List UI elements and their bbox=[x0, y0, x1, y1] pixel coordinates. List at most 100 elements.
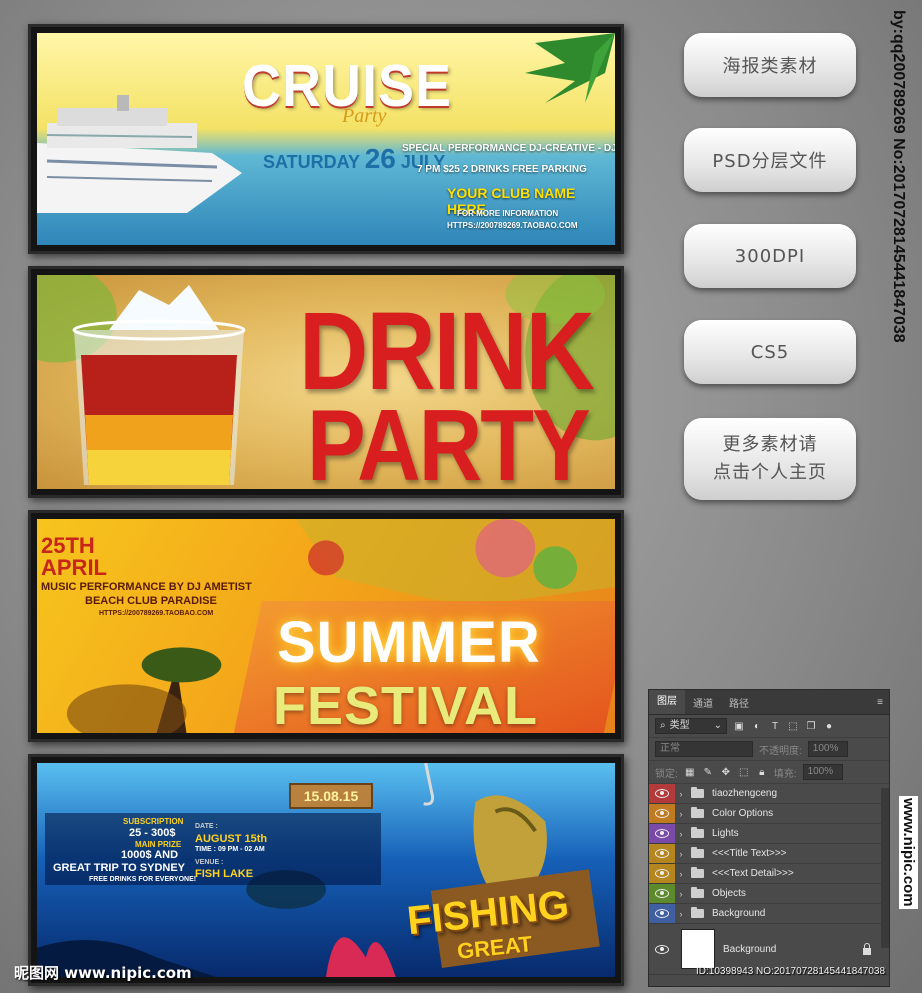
button-poster-materials[interactable]: 海报类素材 bbox=[684, 33, 856, 97]
fishing-time-value: TIME : 09 PM - 02 AM bbox=[195, 846, 265, 853]
summer-date-month: APRIL bbox=[41, 555, 107, 580]
button-cs5[interactable]: CS5 bbox=[684, 320, 856, 384]
lock-all-icon[interactable]: 🔒︎ bbox=[756, 766, 768, 778]
layers-scrollbar[interactable] bbox=[881, 788, 889, 948]
layer-row[interactable]: › <<<Title Text>>> bbox=[649, 844, 889, 864]
filter-type-select[interactable]: ⌕ 类型 ⌄ bbox=[655, 718, 727, 734]
visibility-toggle[interactable] bbox=[649, 904, 675, 923]
watermark-vertical-url: www.nipic.com bbox=[899, 796, 918, 909]
expand-arrow-icon[interactable]: › bbox=[675, 809, 687, 819]
footer-id-text: ID:10398943 NO:20170728145441847038 bbox=[696, 966, 886, 977]
lock-pixels-icon[interactable]: ✎ bbox=[702, 766, 714, 778]
visibility-toggle[interactable] bbox=[649, 784, 675, 803]
expand-arrow-icon[interactable]: › bbox=[675, 789, 687, 799]
chevron-down-icon: ⌄ bbox=[713, 720, 722, 731]
poster-drink-frame: DRINK PARTY bbox=[28, 266, 624, 498]
drink-glass-graphic bbox=[72, 285, 246, 485]
folder-icon bbox=[691, 867, 704, 878]
summer-title-line1: SUMMER bbox=[277, 610, 541, 675]
folder-icon bbox=[691, 807, 704, 818]
visibility-toggle[interactable] bbox=[649, 804, 675, 823]
fishing-info-box: SUBSCRIPTION 25 - 300$ MAIN PRIZE 1000$ … bbox=[45, 813, 381, 885]
tab-paths[interactable]: 路径 bbox=[721, 695, 757, 710]
fishing-venue-value: FISH LAKE bbox=[195, 868, 254, 880]
eye-icon bbox=[655, 849, 669, 858]
tab-channels[interactable]: 通道 bbox=[685, 695, 721, 710]
filter-row: ⌕ 类型 ⌄ ▣ ◐ T ⬚ ❐ ● bbox=[649, 715, 889, 738]
layer-row[interactable]: › Color Options bbox=[649, 804, 889, 824]
poster-drink: DRINK PARTY bbox=[37, 275, 615, 489]
summer-title-line2: FESTIVAL bbox=[273, 676, 539, 733]
expand-arrow-icon[interactable]: › bbox=[675, 829, 687, 839]
pixel-filter-icon[interactable]: ▣ bbox=[733, 720, 745, 732]
fishing-venue-label: VENUE : bbox=[195, 859, 224, 866]
summer-date-day: 25TH bbox=[41, 533, 95, 558]
lock-label: 锁定: bbox=[655, 768, 678, 780]
folder-icon bbox=[691, 887, 704, 898]
layer-row[interactable]: › tiaozhengceng bbox=[649, 784, 889, 804]
layer-name: <<<Text Detail>>> bbox=[712, 868, 794, 879]
eye-icon bbox=[655, 789, 669, 798]
visibility-toggle[interactable] bbox=[649, 824, 675, 843]
layer-row[interactable]: › Background bbox=[649, 904, 889, 924]
shape-filter-icon[interactable]: ⬚ bbox=[787, 720, 799, 732]
folder-icon bbox=[691, 847, 704, 858]
tab-layers[interactable]: 图层 bbox=[649, 690, 685, 714]
lock-artboard-icon[interactable]: ⬚ bbox=[738, 766, 750, 778]
cruise-date-prefix: SATURDAY bbox=[263, 152, 360, 172]
folder-icon bbox=[691, 787, 704, 798]
button-300dpi[interactable]: 300DPI bbox=[684, 224, 856, 288]
fishing-subscription-label: SUBSCRIPTION bbox=[123, 817, 184, 826]
button-psd-layered[interactable]: PSD分层文件 bbox=[684, 128, 856, 192]
cruise-ship-graphic bbox=[37, 95, 242, 213]
poster-fishing: 15.08.15 SUBSCRIPTION 25 - 300$ MAIN PRI… bbox=[37, 763, 615, 977]
expand-arrow-icon[interactable]: › bbox=[675, 889, 687, 899]
layer-row[interactable]: › Lights bbox=[649, 824, 889, 844]
cruise-details: 7 PM $25 2 DRINKS FREE PARKING bbox=[417, 164, 587, 175]
poster-summer: 25TH APRIL MUSIC PERFORMANCE BY DJ AMETI… bbox=[37, 519, 615, 733]
layers-panel: 图层 通道 路径 ≡ ⌕ 类型 ⌄ ▣ ◐ T ⬚ ❐ ● 正常 不透明度: 1… bbox=[648, 689, 890, 987]
eye-icon bbox=[655, 869, 669, 878]
summer-url: HTTPS://200789269.TAOBAO.COM bbox=[99, 610, 214, 617]
eye-icon bbox=[655, 829, 669, 838]
summer-performance: MUSIC PERFORMANCE BY DJ AMETIST bbox=[41, 581, 252, 593]
watermark-vertical-id: by:qq200789269 No:20170728145441847038 bbox=[890, 10, 907, 343]
fishing-date-value: AUGUST 15th bbox=[195, 833, 268, 845]
layer-name: Background bbox=[723, 943, 777, 955]
button-more-materials[interactable]: 更多素材请 点击个人主页 bbox=[684, 418, 856, 500]
lock-position-icon[interactable]: ✥ bbox=[720, 766, 732, 778]
filter-type-value: 类型 bbox=[669, 720, 690, 731]
layer-name: Objects bbox=[712, 888, 746, 899]
summer-venue: BEACH CLUB PARADISE bbox=[85, 595, 217, 607]
cruise-subtitle: Party bbox=[342, 105, 387, 127]
opacity-label: 不透明度: bbox=[759, 745, 802, 757]
eye-icon bbox=[655, 909, 669, 918]
layer-name: Color Options bbox=[712, 808, 774, 819]
lock-transparent-icon[interactable]: ▦ bbox=[684, 766, 696, 778]
visibility-toggle[interactable] bbox=[649, 844, 675, 863]
panel-menu-icon[interactable]: ≡ bbox=[877, 697, 889, 708]
folder-icon bbox=[691, 907, 704, 918]
expand-arrow-icon[interactable]: › bbox=[675, 849, 687, 859]
palm-leaf-graphic bbox=[525, 33, 615, 103]
expand-arrow-icon[interactable]: › bbox=[675, 909, 687, 919]
layer-row[interactable]: › Objects bbox=[649, 884, 889, 904]
filter-toggle-icon[interactable]: ● bbox=[823, 720, 835, 732]
layer-row[interactable]: › <<<Text Detail>>> bbox=[649, 864, 889, 884]
fishing-date-label: DATE : bbox=[195, 823, 218, 830]
blend-mode-select[interactable]: 正常 bbox=[655, 741, 753, 757]
cruise-performance: SPECIAL PERFORMANCE DJ-CREATIVE - DJ CRE… bbox=[402, 143, 615, 154]
fill-input[interactable]: 100% bbox=[802, 764, 843, 780]
visibility-toggle[interactable] bbox=[649, 884, 675, 903]
layer-name: <<<Title Text>>> bbox=[712, 848, 787, 859]
expand-arrow-icon[interactable]: › bbox=[675, 869, 687, 879]
text-filter-icon[interactable]: T bbox=[769, 720, 781, 732]
smart-object-filter-icon[interactable]: ❐ bbox=[805, 720, 817, 732]
cruise-date-day: 26 bbox=[364, 143, 396, 174]
visibility-toggle[interactable] bbox=[649, 940, 675, 959]
layer-list: › tiaozhengceng › Color Options › Lights › <<<T… bbox=[649, 784, 889, 924]
visibility-toggle[interactable] bbox=[649, 864, 675, 883]
poster-summer-frame: 25TH APRIL MUSIC PERFORMANCE BY DJ AMETI… bbox=[28, 510, 624, 742]
opacity-input[interactable]: 100% bbox=[807, 741, 848, 757]
adjustment-filter-icon[interactable]: ◐ bbox=[751, 720, 763, 732]
